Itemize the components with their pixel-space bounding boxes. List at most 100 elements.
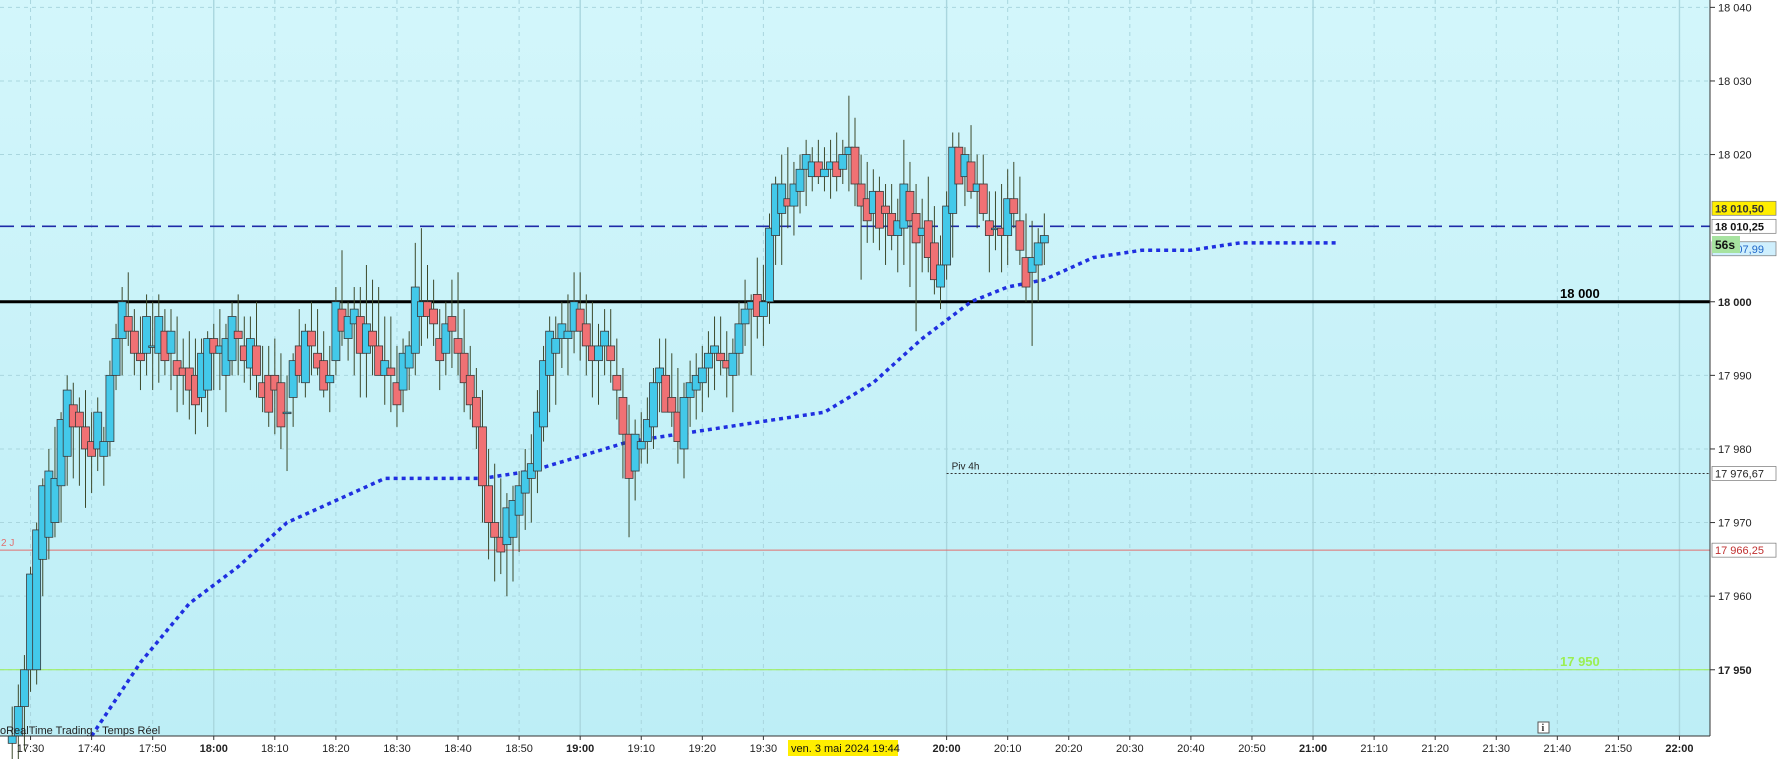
candle-body bbox=[123, 316, 133, 332]
candle-body bbox=[105, 374, 115, 442]
price-tick-label: 18 000 bbox=[1718, 297, 1752, 309]
price-tick-label: 18 040 bbox=[1718, 2, 1752, 14]
time-tick-label: 20:40 bbox=[1177, 743, 1205, 755]
candle-body bbox=[716, 352, 726, 362]
time-tick-label: 18:20 bbox=[322, 743, 350, 755]
candlestick-chart[interactable]: 18 000 Piv 4h 2 J 17 950 18 040 18 030 18 020… bbox=[0, 0, 1777, 759]
candle-body bbox=[612, 374, 622, 391]
time-tick-label: 19:20 bbox=[689, 743, 717, 755]
candle-body bbox=[386, 367, 396, 376]
svg-text:i: i bbox=[1542, 723, 1545, 734]
time-tick-label: 20:50 bbox=[1238, 743, 1266, 755]
time-tick-label: 18:00 bbox=[200, 743, 228, 755]
time-tick-label: 18:10 bbox=[261, 743, 289, 755]
candle-body bbox=[795, 168, 805, 192]
candle-body bbox=[252, 345, 261, 376]
time-tick-label: 21:40 bbox=[1544, 743, 1572, 755]
candle-body bbox=[710, 345, 719, 354]
candle-body bbox=[734, 323, 744, 354]
candle-body bbox=[99, 441, 109, 457]
candle-body bbox=[478, 426, 487, 487]
countdown-text: 56s bbox=[1715, 238, 1735, 252]
candle-body bbox=[667, 397, 677, 413]
price-tick-label: 18 020 bbox=[1718, 150, 1752, 162]
price-label-piv-text: 17 976,67 bbox=[1715, 468, 1764, 480]
time-tick-label: 19:10 bbox=[627, 743, 655, 755]
time-tick-label: 19:00 bbox=[566, 743, 594, 755]
time-tick-label: 17:40 bbox=[78, 743, 106, 755]
price-tick-label: 18 030 bbox=[1718, 76, 1752, 88]
candle-body bbox=[636, 441, 646, 450]
time-tick-label: 20:30 bbox=[1116, 743, 1144, 755]
candle-body bbox=[728, 352, 738, 376]
level-label-red-2j: 2 J bbox=[1, 538, 14, 549]
candle-body bbox=[7, 735, 17, 744]
candle-body bbox=[758, 301, 768, 317]
info-icon[interactable]: i bbox=[1537, 721, 1550, 734]
candle-body bbox=[697, 367, 707, 384]
candle-body bbox=[429, 308, 439, 325]
time-tick-label: 21:50 bbox=[1605, 743, 1633, 755]
candle-body bbox=[740, 308, 750, 325]
time-tick-label: 17:30 bbox=[17, 743, 45, 755]
candle-body bbox=[1009, 198, 1019, 214]
candle-body bbox=[111, 338, 121, 376]
countdown-badge: 56s bbox=[1712, 236, 1740, 253]
candle-body bbox=[74, 411, 84, 428]
candle-body bbox=[490, 522, 500, 538]
date-marker: ven. 3 mai 2024 19:44 bbox=[788, 740, 900, 756]
candle-body bbox=[881, 205, 890, 214]
candle-body bbox=[820, 168, 829, 178]
price-label-red-text: 17 966,25 bbox=[1715, 545, 1764, 557]
candle-body bbox=[129, 330, 139, 354]
level-label-round-17950: 17 950 bbox=[1560, 654, 1600, 669]
candle-body bbox=[484, 485, 493, 523]
candle-body bbox=[563, 330, 573, 339]
candle-body bbox=[649, 382, 658, 428]
price-tick-label: 17 980 bbox=[1718, 444, 1752, 456]
date-marker-text: ven. 3 mai 2024 19:44 bbox=[791, 743, 900, 755]
candle-body bbox=[850, 146, 860, 185]
candle-body bbox=[20, 669, 29, 707]
time-tick-label: 19:30 bbox=[750, 743, 778, 755]
price-tick-label: 17 960 bbox=[1718, 591, 1752, 603]
candle-body bbox=[453, 338, 463, 354]
candle-body bbox=[978, 183, 988, 214]
time-tick-label: 20:20 bbox=[1055, 743, 1083, 755]
price-tick-label: 17 970 bbox=[1718, 518, 1752, 530]
price-tick-label: 17 950 bbox=[1718, 665, 1752, 677]
time-tick-label: 18:40 bbox=[444, 743, 472, 755]
time-tick-label: 18:30 bbox=[383, 743, 411, 755]
candle-body bbox=[581, 323, 591, 347]
candle-body bbox=[630, 433, 640, 472]
watermark: oRealTime Trading - Temps Réel bbox=[0, 725, 160, 737]
candle-body bbox=[838, 154, 848, 170]
candle-body bbox=[166, 330, 176, 354]
level-label-piv-4h: Piv 4h bbox=[952, 461, 980, 472]
candle-body bbox=[600, 330, 610, 347]
price-label-red: 17 966,25 bbox=[1711, 542, 1777, 558]
time-tick-label: 21:30 bbox=[1482, 743, 1510, 755]
candle-body bbox=[936, 264, 945, 288]
candle-body bbox=[942, 205, 952, 266]
candle-body bbox=[551, 338, 561, 354]
price-label-top: 18 010,50 bbox=[1711, 200, 1777, 216]
time-tick-label: 21:20 bbox=[1421, 743, 1449, 755]
candle-body bbox=[447, 316, 457, 332]
time-tick-label: 20:10 bbox=[994, 743, 1022, 755]
candle-body bbox=[1033, 242, 1043, 266]
candle-body bbox=[410, 286, 420, 354]
price-tick-label: 17 990 bbox=[1718, 370, 1752, 382]
chart-canvas[interactable]: 18 000 Piv 4h 2 J 17 950 18 040 18 030 18 020… bbox=[0, 0, 1777, 759]
candle-body bbox=[1015, 220, 1025, 251]
price-label-last-text: 18 010,25 bbox=[1715, 221, 1764, 233]
time-tick-label: 21:10 bbox=[1360, 743, 1388, 755]
time-tick-label: 21:00 bbox=[1299, 743, 1327, 755]
candle-body bbox=[282, 411, 292, 415]
candle-body bbox=[618, 397, 628, 435]
price-label-piv: 17 976,67 bbox=[1711, 466, 1777, 481]
level-label-round-18000: 18 000 bbox=[1560, 286, 1600, 301]
candle-body bbox=[679, 397, 689, 450]
candle-body bbox=[704, 352, 713, 369]
candle-body bbox=[325, 374, 335, 384]
